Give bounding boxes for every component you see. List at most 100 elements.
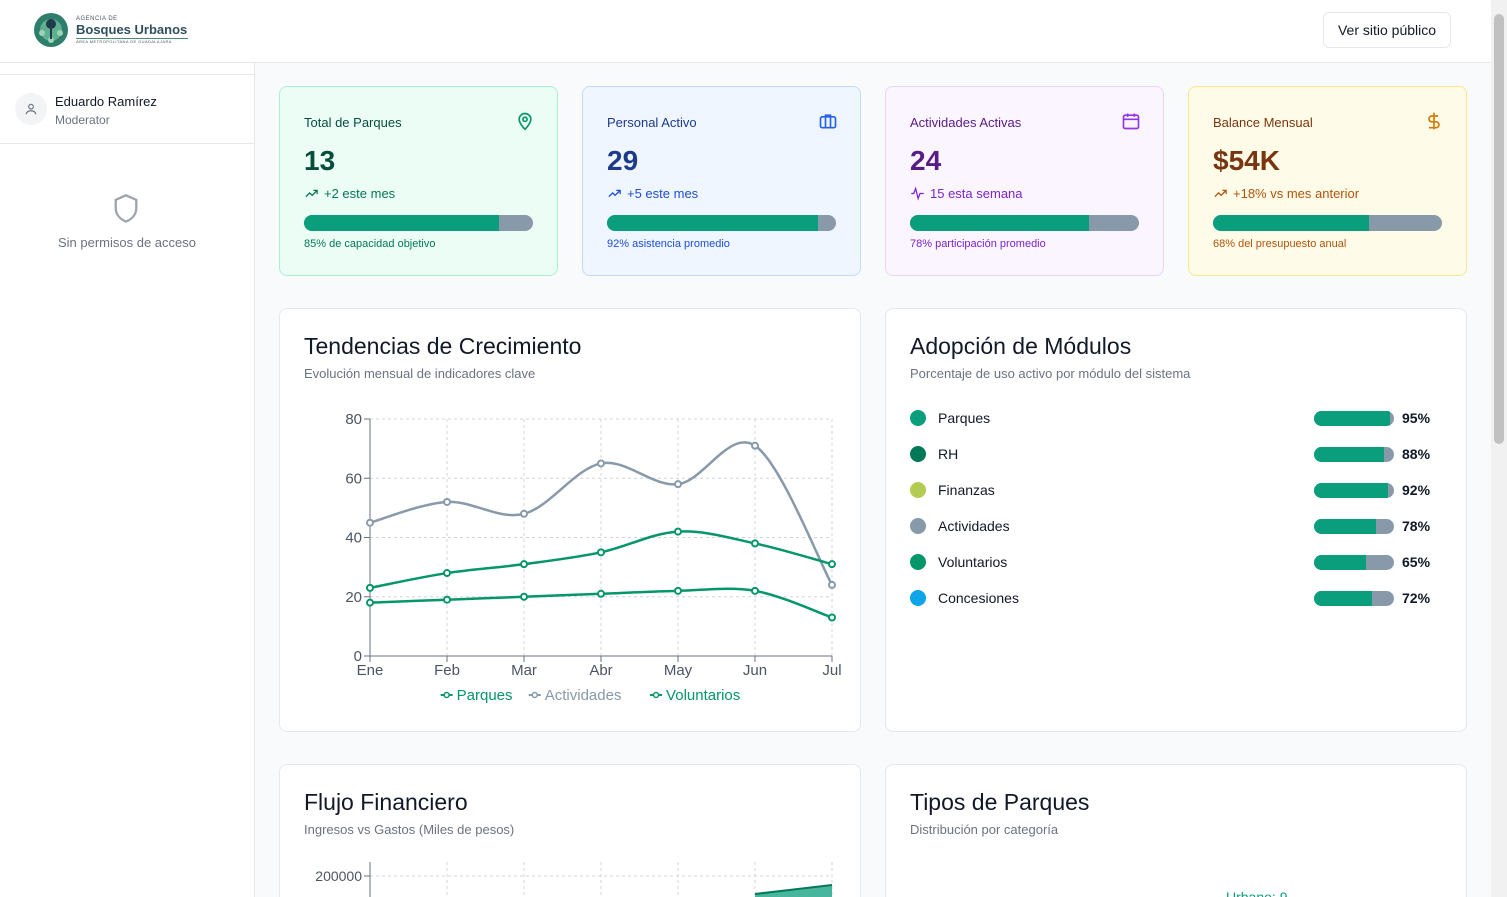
card-title: Adopción de Módulos (910, 333, 1132, 359)
data-point (828, 613, 836, 622)
no-access-message: Sin permisos de acceso (57, 235, 196, 250)
module-label: RH (938, 446, 959, 462)
data-point (366, 583, 374, 592)
module-progress-fill (1314, 555, 1366, 570)
public-site-button[interactable]: Ver sitio público (1323, 12, 1451, 48)
stat-progress-fill (1213, 215, 1369, 231)
stat-card-balance: Balance Mensual $54K +18% vs mes anterio… (1188, 86, 1467, 276)
stat-progress-bar (1213, 215, 1442, 231)
data-point (443, 569, 451, 578)
stat-trend: +18% vs mes anterior (1213, 186, 1359, 201)
growth-line-chart: 020406080Ene Feb Mar Abr May Jun JulParques Act… (345, 411, 841, 704)
card-subtitle: Distribución por categoría (910, 822, 1059, 837)
y-tick-label: 80 (345, 411, 362, 428)
module-percent: 65% (1402, 554, 1431, 570)
stat-progress-bar (910, 215, 1139, 231)
module-label: Parques (938, 410, 991, 426)
top-bar: AGENCIA DE Bosques Urbanos ÁREA METROPOL… (0, 0, 1491, 63)
stat-note: 92% asistencia promedio (607, 238, 730, 250)
stat-card-parks: Total de Parques 13 +2 este mes 85% de c… (279, 86, 558, 276)
stat-trend-text: +18% vs mes anterior (1233, 186, 1360, 201)
data-point (597, 548, 605, 557)
data-point (597, 459, 605, 468)
briefcase-icon (819, 114, 837, 129)
module-percent: 92% (1402, 482, 1431, 498)
module-progress-bar (1314, 555, 1394, 570)
calendar-icon (1122, 113, 1140, 130)
x-tick-label: May (664, 662, 693, 679)
stat-trend: +5 este mes (607, 186, 698, 201)
user-role: Moderator (55, 113, 110, 127)
stat-title: Total de Parques (304, 115, 402, 130)
shield-icon (112, 193, 140, 230)
dollar-icon (1428, 112, 1440, 130)
module-progress-bar (1314, 483, 1394, 498)
park-types-card: Tipos de Parques Distribución por catego… (885, 764, 1467, 897)
y-tick-label: 60 (345, 470, 362, 487)
module-color-dot (910, 482, 926, 498)
module-progress-fill (1314, 591, 1372, 606)
logo-title: Bosques Urbanos (76, 22, 188, 37)
module-color-dot (910, 518, 926, 534)
stat-trend: +2 este mes (304, 186, 395, 201)
stat-card-staff: Personal Activo 29 +5 este mes 92% asist… (582, 86, 861, 276)
page-scrollbar[interactable] (1491, 0, 1507, 897)
data-point (674, 586, 682, 595)
stat-card-activities: Actividades Activas 24 15 esta semana 78… (885, 86, 1164, 276)
scrollbar-thumb[interactable] (1494, 14, 1504, 444)
stat-note: 78% participación promedio (910, 238, 1046, 250)
module-progress-fill (1314, 483, 1388, 498)
module-progress-bar (1314, 411, 1394, 426)
stat-progress-bar (607, 215, 836, 231)
legend-marker-dot (531, 691, 538, 699)
stat-title: Balance Mensual (1213, 115, 1313, 130)
data-point (674, 480, 682, 489)
user-icon (25, 103, 37, 115)
module-progress-bar (1314, 519, 1394, 534)
module-percent: 95% (1402, 410, 1431, 426)
module-row: Actividades 78% (910, 516, 1430, 536)
finance-card: Flujo Financiero Ingresos vs Gastos (Mil… (279, 764, 861, 897)
legend-label: Actividades (545, 687, 622, 704)
stat-trend-text: +5 este mes (627, 186, 699, 201)
module-row: Concesiones 72% (910, 588, 1430, 608)
module-color-dot (910, 410, 926, 426)
data-point (366, 598, 374, 607)
module-progress-fill (1314, 411, 1390, 426)
sidebar: Eduardo Ramírez Moderator Sin permisos d… (0, 63, 255, 897)
legend-label: Voluntarios (666, 687, 740, 704)
logo-region: ÁREA METROPOLITANA DE GUADALAJARA (76, 39, 172, 44)
card-title: Tipos de Parques (910, 789, 1090, 815)
module-progress-fill (1314, 519, 1377, 534)
x-tick-label: Feb (434, 662, 460, 679)
x-tick-label: Jun (743, 662, 767, 679)
agency-logo[interactable]: AGENCIA DE Bosques Urbanos ÁREA METROPOL… (32, 11, 188, 49)
stat-value: $54K (1213, 145, 1280, 176)
card-subtitle: Porcentaje de uso activo por módulo del … (910, 366, 1191, 381)
module-color-dot (910, 554, 926, 570)
finance-area-chart: 200000 (315, 862, 833, 897)
card-title: Flujo Financiero (304, 789, 468, 815)
module-row: Parques 95% (910, 408, 1430, 428)
stat-value: 24 (910, 145, 942, 176)
stat-value: 13 (304, 145, 336, 176)
data-point (751, 441, 759, 450)
module-row: Finanzas 92% (910, 480, 1430, 500)
data-point (520, 560, 528, 569)
module-label: Concesiones (938, 590, 1019, 606)
data-point (751, 586, 759, 595)
module-label: Actividades (938, 518, 1010, 534)
finance-y-tick: 200000 (315, 868, 362, 884)
y-tick-label: 40 (345, 530, 362, 547)
x-tick-label: Jul (822, 662, 841, 679)
stat-progress-fill (304, 215, 499, 231)
module-row: Voluntarios 65% (910, 552, 1430, 572)
stat-value: 29 (607, 145, 639, 176)
user-profile[interactable]: Eduardo Ramírez Moderator (0, 74, 254, 144)
data-point (674, 527, 682, 536)
data-point (443, 595, 451, 604)
module-label: Finanzas (938, 482, 995, 498)
data-point (520, 592, 528, 601)
legend-marker-dot (652, 691, 660, 699)
modules-card: Adopción de Módulos Porcentaje de uso ac… (885, 308, 1467, 732)
